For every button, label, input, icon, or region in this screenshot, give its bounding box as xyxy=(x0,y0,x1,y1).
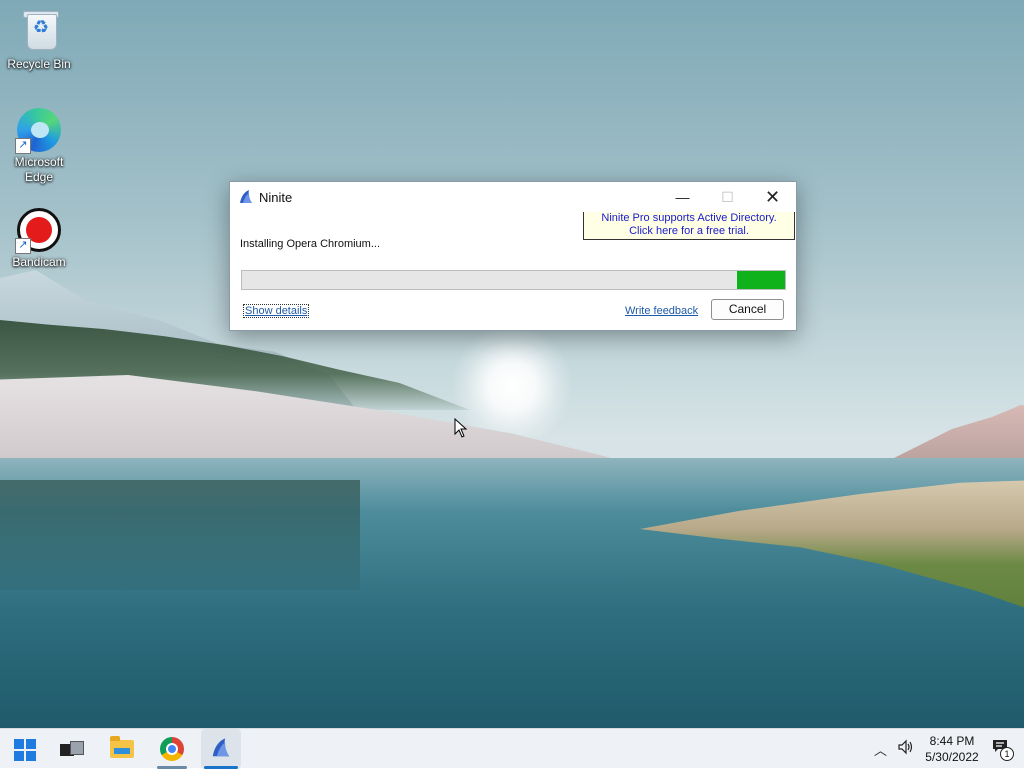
shortcut-arrow-icon: ↗ xyxy=(15,238,31,254)
desktop-icon-bandicam[interactable]: ↗ Bandicam xyxy=(4,206,74,270)
close-button[interactable]: ✕ xyxy=(750,182,795,212)
desktop-icon-microsoft-edge[interactable]: ↗ Microsoft Edge xyxy=(4,106,74,185)
promo-line-2: Click here for a free trial. xyxy=(629,225,749,237)
show-details-link[interactable]: Show details xyxy=(243,304,310,318)
title-bar[interactable]: Ninite — ☐ ✕ xyxy=(230,182,796,212)
maximize-button[interactable]: ☐ xyxy=(705,182,750,212)
shortcut-arrow-icon: ↗ xyxy=(15,138,31,154)
edge-icon: ↗ xyxy=(15,106,63,154)
ninite-icon xyxy=(240,190,252,203)
install-status: Installing Opera Chromium... xyxy=(240,238,380,250)
wallpaper-mountain-right xyxy=(880,405,1024,465)
show-hidden-icons-chevron-icon[interactable]: ︿ xyxy=(874,740,887,759)
volume-icon[interactable] xyxy=(897,738,915,756)
install-progress-bar xyxy=(241,270,786,290)
promo-line-1: Ninite Pro supports Active Directory. xyxy=(601,212,777,224)
window-title: Ninite xyxy=(259,190,293,205)
ninite-icon xyxy=(212,738,230,757)
cancel-button[interactable]: Cancel xyxy=(711,299,784,320)
minimize-button[interactable]: — xyxy=(660,182,705,212)
folder-icon xyxy=(110,736,134,758)
clock-time: 8:44 PM xyxy=(929,734,975,748)
ninite-pro-promo-link[interactable]: Ninite Pro supports Active Directory. Cl… xyxy=(583,212,795,240)
desktop-icon-recycle-bin[interactable]: ♻ Recycle Bin xyxy=(4,8,74,72)
notification-count-badge: 1 xyxy=(1000,747,1014,761)
desktop-icon-label: Microsoft Edge xyxy=(14,155,64,184)
task-view-button[interactable] xyxy=(50,729,90,769)
taskbar: ︿ 8:44 PM 5/30/2022 1 xyxy=(0,728,1024,769)
bandicam-icon: ↗ xyxy=(15,206,63,254)
progress-fill xyxy=(737,271,785,289)
ninite-taskbar-button[interactable] xyxy=(201,729,241,769)
wallpaper-reflection xyxy=(0,480,360,590)
windows-logo-icon xyxy=(14,739,36,761)
notification-center-button[interactable]: 1 xyxy=(992,739,1014,761)
desktop-icon-label: Recycle Bin xyxy=(7,57,71,71)
chrome-button[interactable] xyxy=(152,729,192,769)
system-clock[interactable]: 8:44 PM 5/30/2022 xyxy=(922,733,982,765)
file-explorer-button[interactable] xyxy=(102,729,142,769)
desktop-icon-label: Bandicam xyxy=(12,255,66,269)
chrome-icon xyxy=(160,737,184,761)
write-feedback-link[interactable]: Write feedback xyxy=(625,305,698,317)
recycle-bin-icon: ♻ xyxy=(15,8,63,56)
clock-date: 5/30/2022 xyxy=(925,750,979,764)
desktop-wallpaper xyxy=(0,0,1024,728)
mouse-cursor-icon xyxy=(454,418,468,438)
start-button[interactable] xyxy=(4,729,44,769)
ninite-dialog: Ninite — ☐ ✕ Ninite Pro supports Active … xyxy=(229,181,797,331)
